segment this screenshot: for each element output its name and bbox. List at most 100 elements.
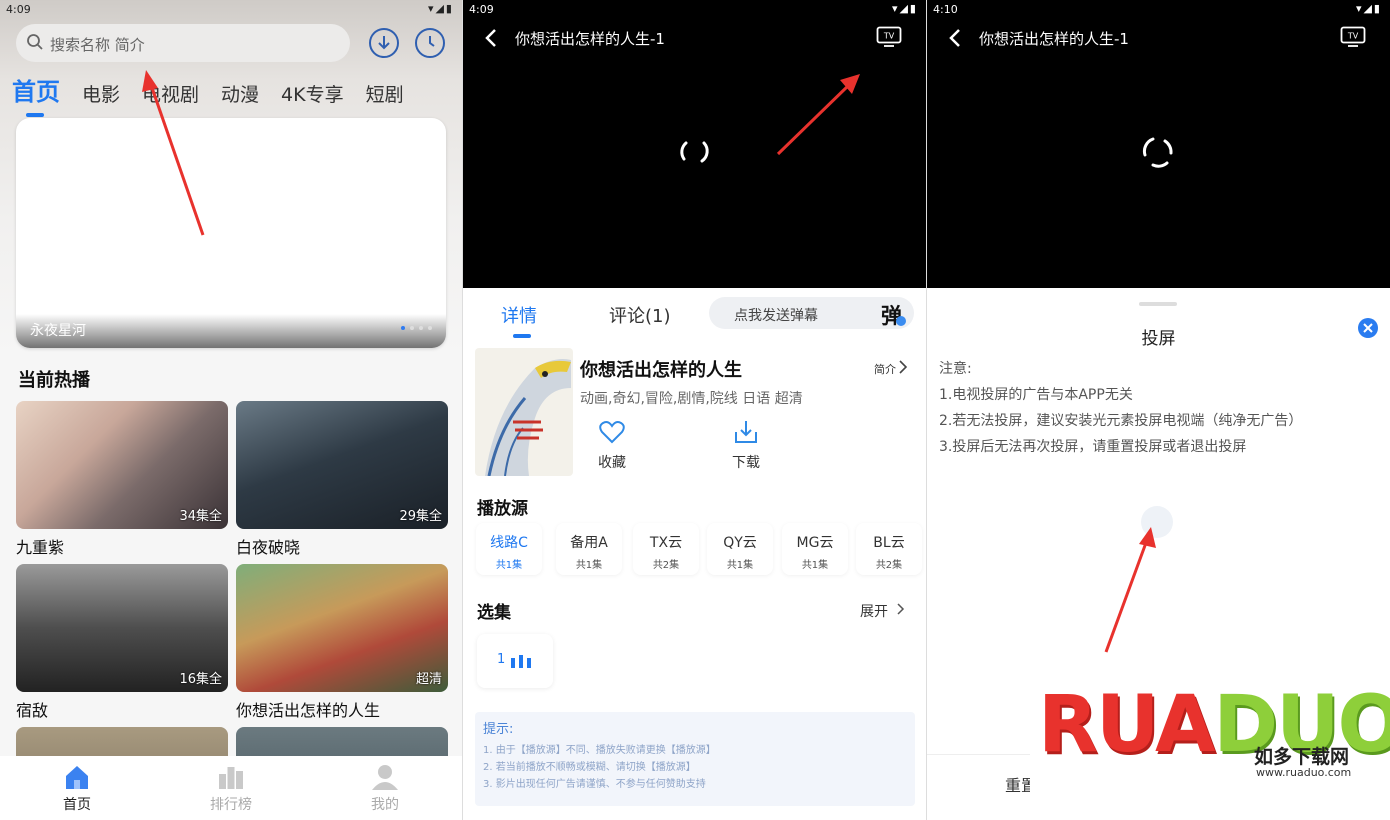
- card-badge: 超清: [415, 672, 442, 687]
- back-icon[interactable]: [947, 28, 963, 48]
- source-count: 共1集: [575, 560, 603, 571]
- status-bar: 4:09 ▾◢▮: [463, 0, 926, 20]
- source-count: 共2集: [875, 560, 903, 571]
- source-name: 线路C: [490, 535, 528, 551]
- note-line: 1.电视投屏的广告与本APP无关: [939, 387, 1133, 403]
- download-icon: [378, 36, 390, 50]
- card-title: 九重紫: [16, 538, 65, 557]
- video-title: 你想活出怎样的人生-1: [979, 30, 1129, 48]
- card-badge: 34集全: [179, 509, 222, 524]
- card-thumbnail: 34集全: [16, 401, 228, 529]
- movie-poster: [475, 348, 573, 476]
- note-line: 3.投屏后无法再次投屏，请重置投屏或者退出投屏: [939, 439, 1247, 455]
- search-input[interactable]: 搜索名称 简介: [16, 24, 350, 62]
- source-name: BL云: [873, 535, 905, 551]
- back-icon[interactable]: [483, 28, 499, 48]
- status-time: 4:09: [6, 3, 31, 16]
- tv-cast-icon[interactable]: TV: [1340, 26, 1366, 48]
- close-icon: [1363, 323, 1373, 333]
- danmaku-input[interactable]: 点我发送弹幕 弹: [709, 297, 914, 329]
- banner-caption: 永夜星河: [30, 323, 86, 339]
- loading-indicator: [1141, 506, 1173, 538]
- source-name: MG云: [796, 535, 834, 551]
- expand-link[interactable]: 展开: [860, 601, 888, 621]
- heart-icon: [599, 421, 625, 444]
- tab-4k[interactable]: 4K专享: [281, 80, 344, 107]
- tab-comments[interactable]: 评论(1): [609, 302, 671, 328]
- search-icon: [27, 34, 43, 50]
- tips-box: 提示: 1. 由于【播放源】不同、播放失败请更换【播放源】 2. 若当前播放不顺…: [475, 712, 915, 806]
- source-option[interactable]: MG云 共1集: [782, 523, 848, 575]
- tab-details[interactable]: 详情: [501, 302, 537, 338]
- status-bar: 4:10 ▾◢▮: [927, 0, 1390, 20]
- tab-anime[interactable]: 动漫: [221, 80, 259, 107]
- card-badge: 29集全: [399, 509, 442, 524]
- loading-spinner-icon: [680, 141, 709, 163]
- search-placeholder: 搜索名称 简介: [50, 36, 145, 54]
- section-title: 当前热播: [18, 370, 90, 391]
- card-thumbnail: 超清: [236, 564, 448, 692]
- favorite-label: 收藏: [598, 455, 626, 471]
- episodes-heading: 选集: [477, 603, 511, 623]
- svg-text:TV: TV: [883, 32, 895, 41]
- card-thumbnail: 16集全: [16, 564, 228, 692]
- status-time: 4:09: [469, 3, 494, 16]
- tip-line: 1. 由于【播放源】不同、播放失败请更换【播放源】: [483, 745, 716, 756]
- source-name: QY云: [723, 535, 757, 551]
- check-icon: [896, 316, 906, 326]
- source-count: 共1集: [801, 560, 829, 571]
- video-card[interactable]: 34集全 九重紫: [16, 401, 228, 558]
- source-option[interactable]: 线路C 共1集: [476, 523, 542, 575]
- download-button[interactable]: 下载: [716, 418, 776, 472]
- banner-caption-bar: 永夜星河: [16, 314, 446, 348]
- download-button[interactable]: [369, 28, 399, 58]
- video-player[interactable]: 4:10 ▾◢▮ 你想活出怎样的人生-1 TV: [927, 0, 1390, 288]
- bottom-nav: 首页 排行榜 我的: [0, 756, 462, 820]
- video-card[interactable]: 16集全 宿敌: [16, 564, 228, 721]
- tip-line: 3. 影片出现任何广告请谨慎、不参与任何赞助支持: [483, 779, 706, 790]
- tab-home[interactable]: 首页: [12, 72, 60, 117]
- loading-spinner-icon: [1142, 137, 1173, 168]
- source-option[interactable]: TX云 共2集: [633, 523, 699, 575]
- banner-carousel[interactable]: 永夜星河: [16, 118, 446, 348]
- chevron-right-icon[interactable]: [898, 359, 908, 375]
- tab-short[interactable]: 短剧: [366, 80, 404, 107]
- source-option[interactable]: 备用A 共1集: [556, 523, 622, 575]
- watermark-url: www.ruaduo.com: [1256, 766, 1352, 779]
- tv-cast-icon[interactable]: TV: [876, 26, 902, 48]
- source-option[interactable]: QY云 共1集: [707, 523, 773, 575]
- tab-movies[interactable]: 电影: [82, 80, 120, 107]
- sheet-handle[interactable]: [1139, 302, 1177, 306]
- home-icon: [66, 766, 88, 789]
- detail-screen: 4:09 ▾◢▮ 你想活出怎样的人生-1 TV 详情 评论(1) 点我发送弹幕 …: [463, 0, 926, 820]
- danmaku-placeholder: 点我发送弹幕: [734, 308, 818, 324]
- carousel-dots: [396, 315, 432, 334]
- nav-home[interactable]: 首页: [27, 762, 127, 814]
- source-name: TX云: [649, 535, 683, 551]
- episode-button[interactable]: 1: [477, 634, 553, 688]
- close-button[interactable]: [1358, 318, 1378, 338]
- intro-link[interactable]: 简介: [874, 361, 896, 377]
- episode-number: 1: [497, 652, 506, 667]
- favorite-button[interactable]: 收藏: [582, 418, 642, 472]
- nav-me[interactable]: 我的: [335, 762, 435, 814]
- history-button[interactable]: [415, 28, 445, 58]
- watermark-name: 如多下载网: [1254, 746, 1350, 768]
- video-player[interactable]: 4:09 ▾◢▮ 你想活出怎样的人生-1 TV: [463, 0, 926, 288]
- video-card[interactable]: 超清 你想活出怎样的人生: [236, 564, 448, 721]
- movie-tags: 动画,奇幻,冒险,剧情,院线 日语 超清: [580, 391, 803, 407]
- watermark-logo: RUADUO 如多下载网 www.ruaduo.com: [1030, 668, 1390, 820]
- nav-home-label: 首页: [63, 797, 91, 813]
- tab-tv[interactable]: 电视剧: [142, 80, 199, 107]
- card-title: 白夜破晓: [236, 538, 301, 557]
- status-time: 4:10: [933, 3, 958, 16]
- video-title: 你想活出怎样的人生-1: [515, 30, 665, 48]
- source-count: 共1集: [726, 560, 754, 571]
- nav-ranking[interactable]: 排行榜: [181, 762, 281, 814]
- video-card[interactable]: 29集全 白夜破晓: [236, 401, 448, 558]
- chevron-right-icon[interactable]: [896, 602, 906, 616]
- ranking-icon: [219, 767, 243, 789]
- nav-ranking-label: 排行榜: [210, 797, 252, 813]
- card-badge: 16集全: [179, 672, 222, 687]
- source-option[interactable]: BL云 共2集: [856, 523, 922, 575]
